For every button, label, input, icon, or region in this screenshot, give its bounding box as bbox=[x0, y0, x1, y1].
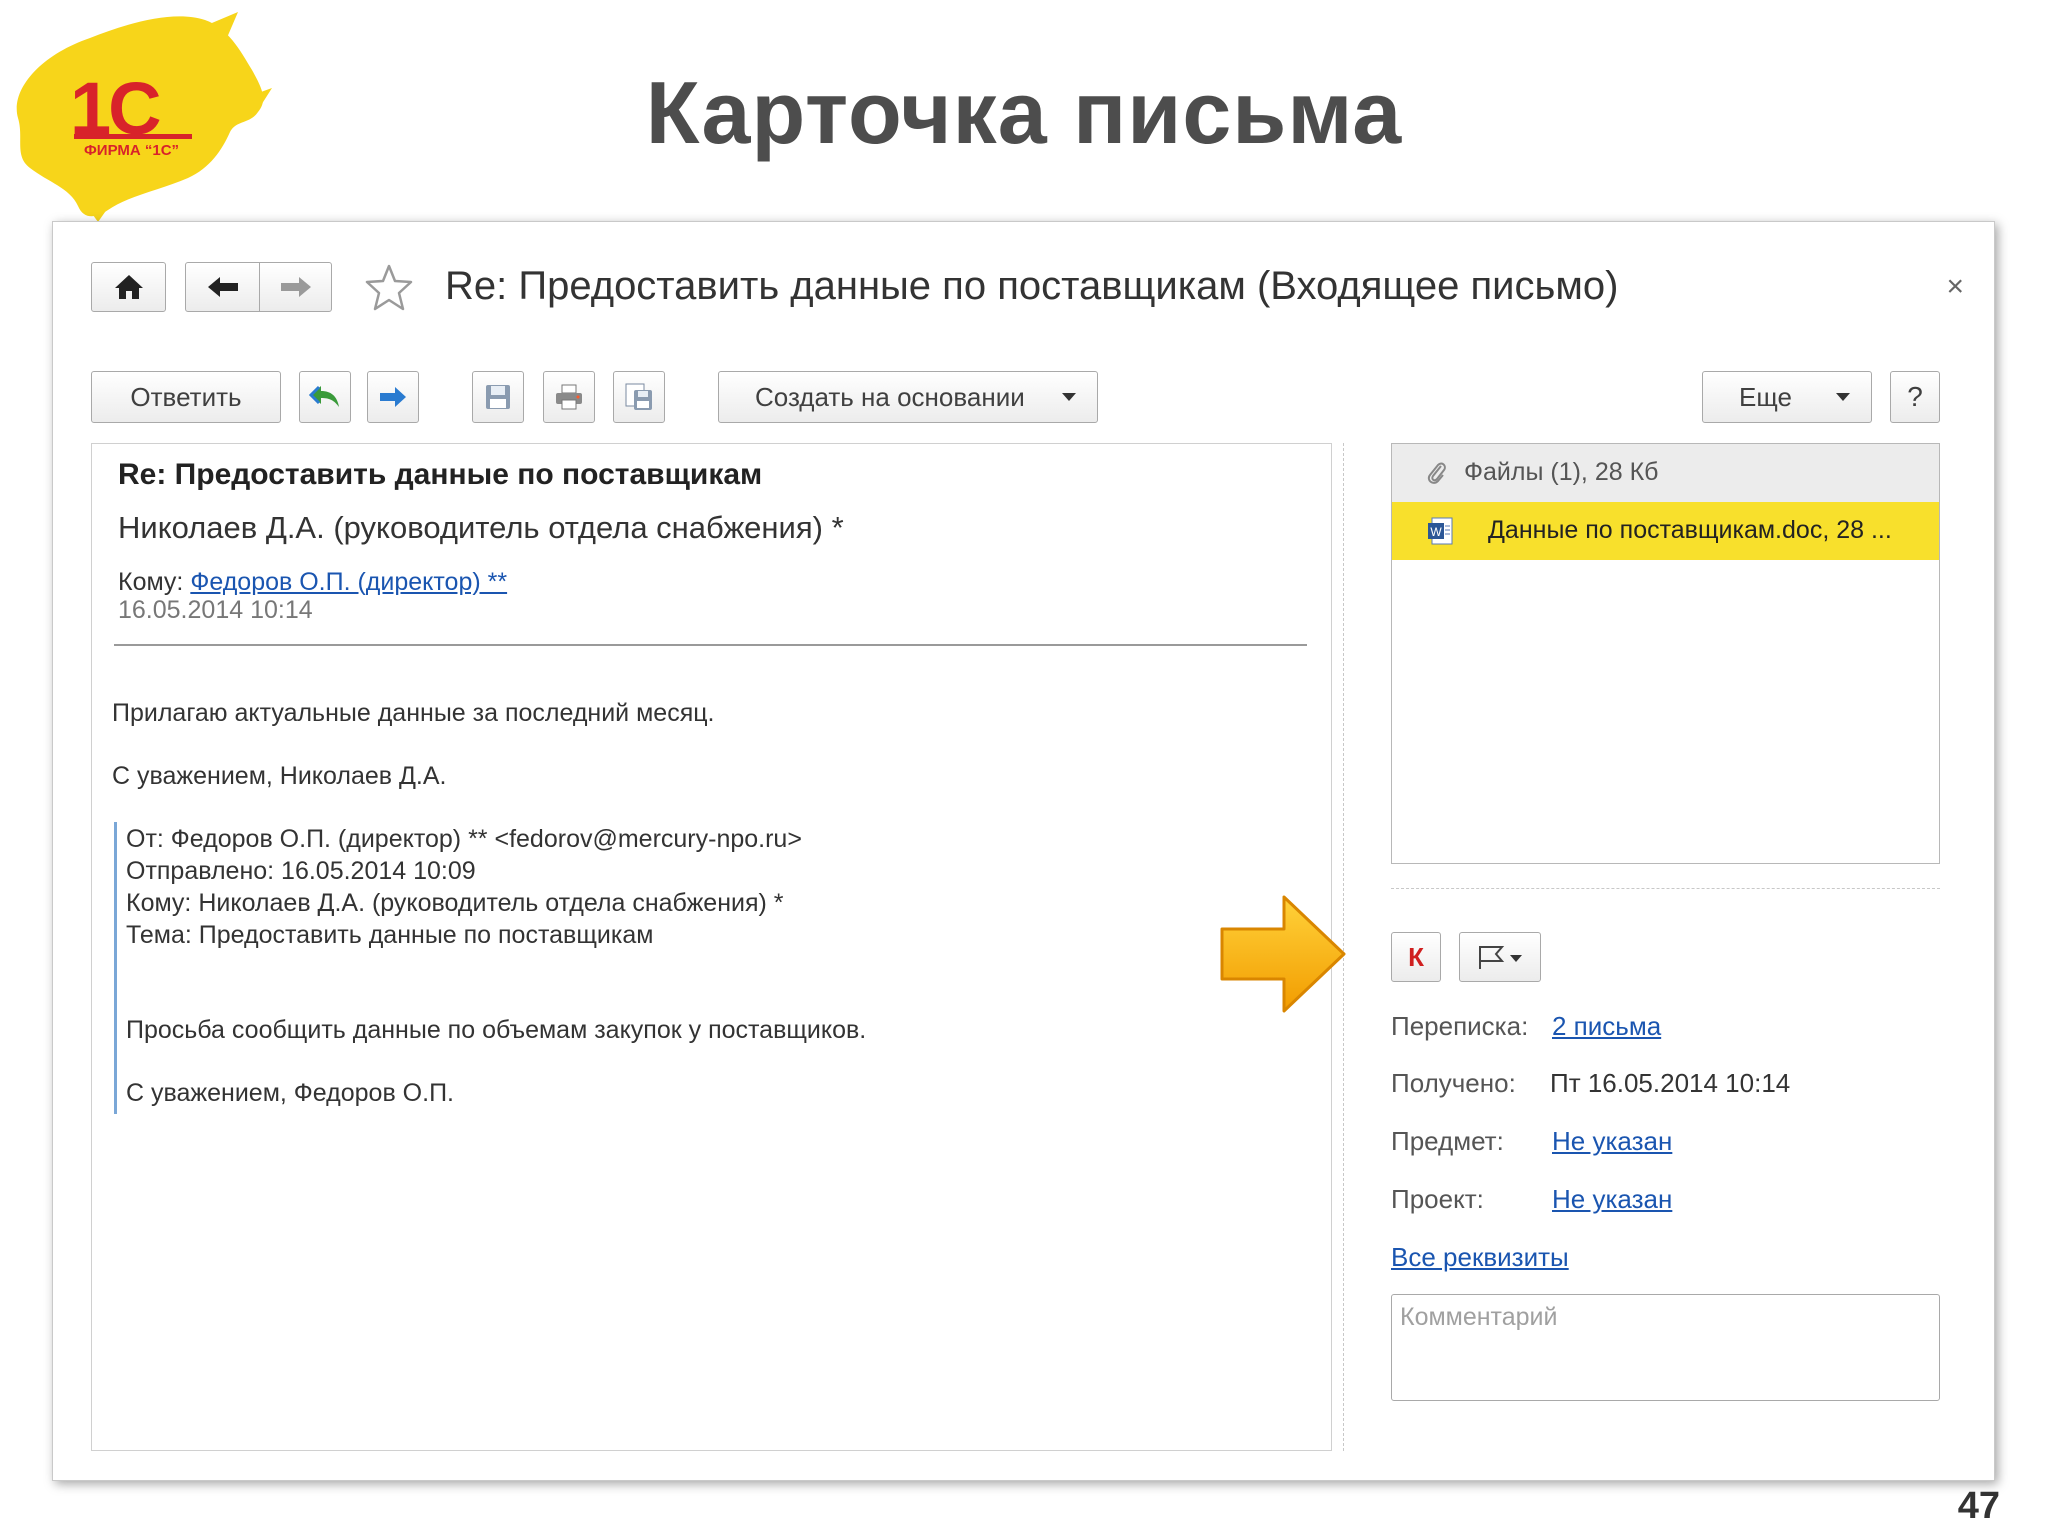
save-button[interactable] bbox=[472, 371, 524, 423]
comment-field[interactable]: Комментарий bbox=[1391, 1294, 1940, 1401]
reply-all-icon bbox=[309, 385, 339, 407]
quote-body: Просьба сообщить данные по объемам закуп… bbox=[126, 1016, 867, 1044]
home-icon bbox=[114, 275, 143, 299]
project-link[interactable]: Не указан bbox=[1552, 1184, 1672, 1215]
arrow-right-icon bbox=[280, 277, 311, 297]
body-signature: С уважением, Николаев Д.А. bbox=[112, 762, 447, 790]
project-label: Проект: bbox=[1391, 1184, 1484, 1214]
attachments-header[interactable]: Файлы (1), 28 Кб bbox=[1392, 444, 1939, 503]
correspondence-label: Переписка: bbox=[1391, 1011, 1529, 1041]
forward-message-button[interactable] bbox=[367, 371, 419, 423]
importance-button[interactable]: К bbox=[1391, 932, 1441, 982]
quote-subject: Тема: Предоставить данные по поставщикам bbox=[126, 921, 654, 949]
arrow-left-icon bbox=[207, 277, 238, 297]
svg-text:W: W bbox=[1430, 525, 1442, 539]
save-icon bbox=[486, 385, 510, 409]
back-button[interactable] bbox=[185, 262, 260, 312]
more-dropdown[interactable]: Еще bbox=[1702, 371, 1872, 423]
message-subject: Re: Предоставить данные по поставщикам bbox=[118, 458, 763, 491]
print-icon bbox=[556, 384, 582, 410]
correspondence-link[interactable]: 2 письма bbox=[1552, 1011, 1661, 1042]
paperclip-icon bbox=[1427, 462, 1446, 484]
arrow-right-callout-icon bbox=[1220, 895, 1346, 1013]
message-from[interactable]: Николаев Д.А. (руководитель отдела снабж… bbox=[118, 510, 844, 546]
subject-label: Предмет: bbox=[1391, 1126, 1504, 1156]
subject-link[interactable]: Не указан bbox=[1552, 1126, 1672, 1157]
create-based-on-label: Создать на основании bbox=[755, 381, 1025, 412]
message-panel: Re: Предоставить данные по поставщикам Н… bbox=[91, 443, 1332, 1451]
star-icon[interactable] bbox=[363, 262, 415, 314]
slide-title: Карточка письма bbox=[645, 63, 1403, 162]
save-as-icon bbox=[625, 383, 652, 410]
word-doc-icon: W bbox=[1428, 517, 1453, 545]
quote-to: Кому: Николаев Д.А. (руководитель отдела… bbox=[126, 889, 784, 917]
close-icon[interactable]: × bbox=[1946, 270, 1964, 304]
header-divider bbox=[114, 644, 1307, 646]
help-button[interactable]: ? bbox=[1890, 371, 1940, 423]
chevron-down-icon bbox=[1836, 393, 1850, 401]
to-label: Кому: bbox=[118, 568, 184, 596]
chevron-down-icon bbox=[1062, 393, 1076, 401]
attachment-name: Данные по поставщикам.doc, 28 ... bbox=[1488, 516, 1892, 544]
message-to: Кому: Федоров О.П. (директор) ** bbox=[118, 568, 507, 597]
attachment-item[interactable]: W Данные по поставщикам.doc, 28 ... bbox=[1392, 502, 1939, 560]
reply-button[interactable]: Ответить bbox=[91, 371, 281, 423]
flag-icon bbox=[1479, 946, 1522, 969]
to-recipient-link[interactable]: Федоров О.П. (директор) ** bbox=[190, 568, 507, 596]
home-button[interactable] bbox=[91, 262, 166, 312]
received-label: Получено: bbox=[1391, 1068, 1516, 1098]
more-label: Еще bbox=[1739, 381, 1792, 412]
side-divider bbox=[1391, 888, 1940, 889]
create-based-on-dropdown[interactable]: Создать на основании bbox=[718, 371, 1098, 423]
save-as-button[interactable] bbox=[613, 371, 665, 423]
flag-dropdown[interactable] bbox=[1459, 932, 1541, 982]
quote-from: От: Федоров О.П. (директор) ** <fedorov@… bbox=[126, 825, 802, 853]
slide-number: 47 bbox=[1957, 1485, 2000, 1527]
all-properties-link[interactable]: Все реквизиты bbox=[1391, 1242, 1569, 1273]
quote-signature: С уважением, Федоров О.П. bbox=[126, 1079, 454, 1107]
reply-all-button[interactable] bbox=[299, 371, 351, 423]
quote-bar bbox=[114, 822, 117, 1114]
received-value: Пт 16.05.2014 10:14 bbox=[1550, 1068, 1791, 1098]
attachments-panel: Файлы (1), 28 Кб W Данные по поставщикам… bbox=[1391, 443, 1940, 864]
print-button[interactable] bbox=[543, 371, 595, 423]
email-card-window: Re: Предоставить данные по поставщикам (… bbox=[52, 221, 1995, 1481]
attachments-count: Файлы (1), 28 Кб bbox=[1464, 458, 1659, 486]
body-line: Прилагаю актуальные данные за последний … bbox=[112, 699, 715, 727]
message-date: 16.05.2014 10:14 bbox=[118, 596, 313, 624]
forward-icon bbox=[380, 387, 406, 407]
window-title: Re: Предоставить данные по поставщикам (… bbox=[445, 264, 1619, 308]
quote-sent: Отправлено: 16.05.2014 10:09 bbox=[126, 857, 476, 885]
forward-button[interactable] bbox=[259, 262, 332, 312]
